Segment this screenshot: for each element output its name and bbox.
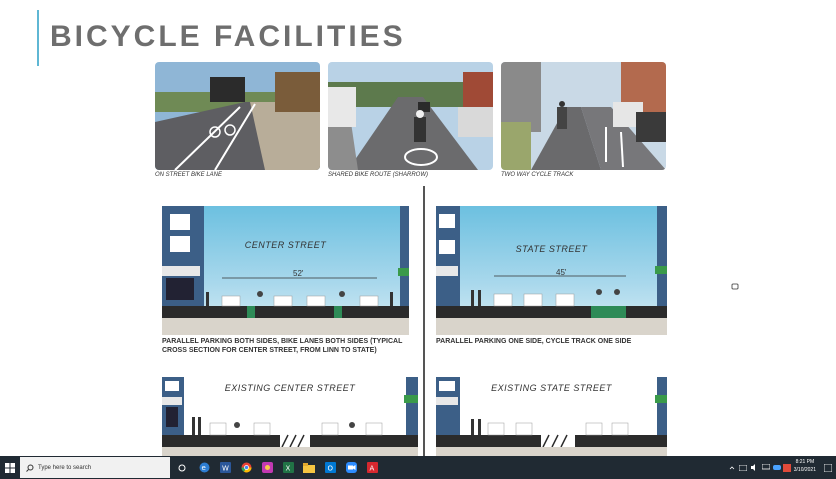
onedrive-icon[interactable] <box>772 456 782 479</box>
action-center-icon[interactable] <box>822 456 834 479</box>
photo-two-way-cycle-track <box>501 62 666 170</box>
photo-shared-bike-route <box>328 62 493 170</box>
presentation-slide: BICYCLE FACILITIES ON STREET BIKE LANE S… <box>0 0 836 456</box>
street-width-label: 45' <box>556 268 567 277</box>
task-view-icon[interactable] <box>175 456 189 479</box>
section-divider <box>423 186 425 456</box>
network-icon[interactable] <box>738 456 748 479</box>
photos-app-icon[interactable] <box>260 456 274 479</box>
clock-time: 8:21 PM <box>795 459 815 465</box>
center-street-description: PARALLEL PARKING BOTH SIDES, BIKE LANES … <box>162 338 403 354</box>
section-title: EXISTING CENTER STREET <box>224 383 356 393</box>
outlook-icon[interactable]: O <box>323 456 337 479</box>
center-street-cross-section: CENTER STREET 52' <box>162 206 409 335</box>
chevron-up-icon[interactable] <box>728 456 736 479</box>
street-width-label: 52' <box>293 269 304 278</box>
photo-caption: SHARED BIKE ROUTE (SHARROW) <box>328 172 429 178</box>
state-street-cross-section: STATE STREET 45' <box>436 206 667 335</box>
svg-text:e: e <box>201 464 205 472</box>
hand-cursor-icon <box>731 277 739 290</box>
existing-center-street-section: EXISTING CENTER STREET <box>162 377 418 456</box>
svg-text:O: O <box>327 465 333 473</box>
search-icon <box>26 464 34 472</box>
zoom-icon[interactable] <box>344 456 358 479</box>
taskbar-clock[interactable]: 8:21 PM 3/10/2021 <box>794 458 816 474</box>
photo-on-street-bike-lane <box>155 62 320 170</box>
clock-date: 3/10/2021 <box>793 467 816 473</box>
section-title: EXISTING STATE STREET <box>491 383 612 393</box>
taskbar: Type here to search e W X O A 8:21 PM 3/… <box>0 456 836 479</box>
svg-text:W: W <box>222 465 229 473</box>
acrobat-icon[interactable]: A <box>365 456 379 479</box>
word-icon[interactable]: W <box>218 456 232 479</box>
svg-text:X: X <box>285 465 290 473</box>
section-title: STATE STREET <box>515 244 588 254</box>
edge-icon[interactable]: e <box>197 456 211 479</box>
title-accent-bar <box>37 10 39 66</box>
start-button[interactable] <box>2 456 18 479</box>
display-icon[interactable] <box>761 456 771 479</box>
windows-logo-icon <box>5 462 15 473</box>
file-explorer-icon[interactable] <box>302 456 316 479</box>
slide-title: BICYCLE FACILITIES <box>50 20 406 53</box>
notification-badge-icon[interactable] <box>782 456 792 479</box>
volume-icon[interactable] <box>750 456 760 479</box>
photo-caption: ON STREET BIKE LANE <box>155 172 223 178</box>
svg-text:A: A <box>369 465 374 473</box>
photo-caption: TWO WAY CYCLE TRACK <box>501 172 574 178</box>
excel-icon[interactable]: X <box>281 456 295 479</box>
section-title: CENTER STREET <box>244 240 327 250</box>
state-street-description: PARALLEL PARKING ONE SIDE, CYCLE TRACK O… <box>436 338 632 345</box>
search-placeholder: Type here to search <box>38 464 92 471</box>
taskbar-search-box[interactable]: Type here to search <box>20 457 170 478</box>
existing-state-street-section: EXISTING STATE STREET <box>436 377 667 456</box>
chrome-icon[interactable] <box>239 456 253 479</box>
